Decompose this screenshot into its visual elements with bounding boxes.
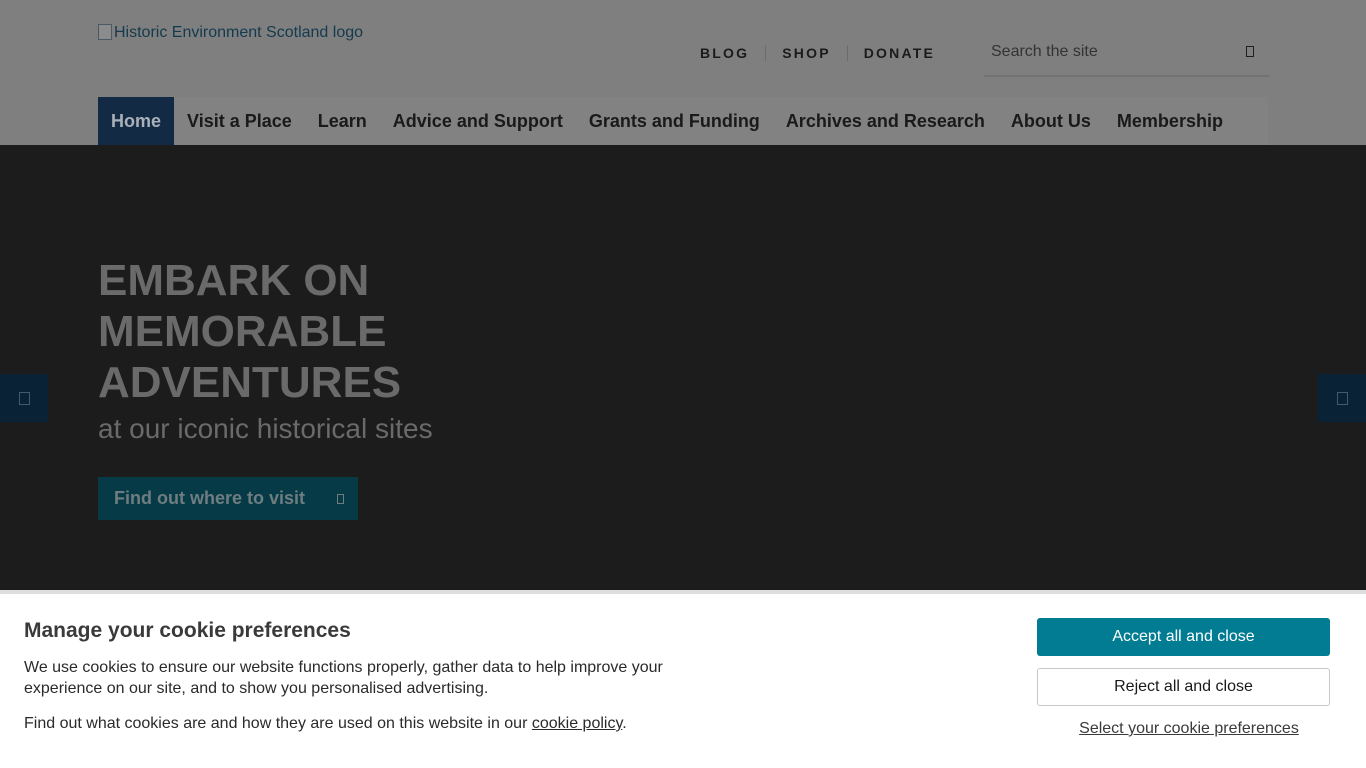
nav-item-advice-and-support[interactable]: Advice and Support — [380, 97, 576, 145]
utility-link-blog[interactable]: BLOG — [684, 45, 765, 61]
utility-link-shop[interactable]: SHOP — [766, 45, 846, 61]
cookie-policy-line: Find out what cookies are and how they a… — [24, 713, 627, 734]
cookie-banner: Manage your cookie preferences We use co… — [0, 590, 1366, 768]
site-logo-link[interactable]: Historic Environment Scotland logo — [98, 22, 388, 44]
search-icon — [1246, 46, 1254, 57]
utility-link-donate[interactable]: DONATE — [848, 45, 951, 61]
cookie-banner-title: Manage your cookie preferences — [24, 619, 351, 642]
cookie-policy-prefix: Find out what cookies are and how they a… — [24, 715, 532, 732]
chevron-left-icon — [18, 391, 30, 405]
hero-subtitle: at our iconic historical sites — [98, 413, 433, 444]
main-nav: Home Visit a Place Learn Advice and Supp… — [98, 97, 1268, 145]
site-header: Historic Environment Scotland logo BLOG … — [0, 0, 1366, 145]
chevron-right-icon — [1336, 391, 1348, 405]
nav-item-membership[interactable]: Membership — [1104, 97, 1236, 145]
hero-carousel: EMBARK ON MEMORABLE ADVENTURES at our ic… — [0, 145, 1366, 591]
arrow-right-icon — [337, 494, 344, 504]
search-input[interactable] — [984, 28, 1234, 75]
broken-image-icon — [98, 24, 112, 40]
reject-all-button[interactable]: Reject all and close — [1037, 668, 1330, 706]
cta-label: Find out where to visit — [114, 488, 306, 508]
nav-item-about-us[interactable]: About Us — [998, 97, 1104, 145]
hero-title: EMBARK ON MEMORABLE ADVENTURES — [98, 256, 402, 407]
cookie-preferences-link[interactable]: Select your cookie preferences — [1037, 720, 1341, 738]
nav-item-visit-a-place[interactable]: Visit a Place — [174, 97, 305, 145]
cookie-policy-suffix: . — [622, 715, 627, 732]
utility-nav: BLOG SHOP DONATE — [684, 40, 951, 66]
nav-item-learn[interactable]: Learn — [305, 97, 380, 145]
search-button[interactable] — [1234, 36, 1266, 68]
logo-alt-text: Historic Environment Scotland logo — [114, 24, 364, 41]
nav-item-archives-and-research[interactable]: Archives and Research — [773, 97, 998, 145]
accept-all-button[interactable]: Accept all and close — [1037, 618, 1330, 656]
search-bar — [984, 28, 1270, 77]
find-out-where-to-visit-button[interactable]: Find out where to visit — [98, 477, 358, 520]
carousel-prev-button[interactable] — [0, 374, 48, 422]
carousel-next-button[interactable] — [1318, 374, 1366, 422]
cookie-banner-text: We use cookies to ensure our website fun… — [24, 659, 663, 697]
cookie-policy-link[interactable]: cookie policy — [532, 715, 622, 732]
nav-item-home[interactable]: Home — [98, 97, 175, 145]
nav-item-grants-and-funding[interactable]: Grants and Funding — [576, 97, 773, 145]
